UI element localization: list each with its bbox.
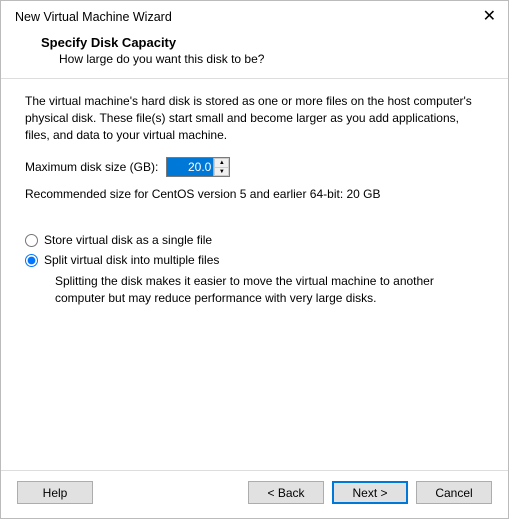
next-button[interactable]: Next > xyxy=(332,481,408,504)
wizard-content: The virtual machine's hard disk is store… xyxy=(1,79,508,470)
spinner-buttons: ▲ ▼ xyxy=(213,158,229,176)
recommended-text: Recommended size for CentOS version 5 an… xyxy=(25,187,484,201)
wizard-footer: Help < Back Next > Cancel xyxy=(1,470,508,518)
radio-single-label: Store virtual disk as a single file xyxy=(44,233,212,247)
wizard-header: Specify Disk Capacity How large do you w… xyxy=(1,31,508,79)
spinner-up-icon[interactable]: ▲ xyxy=(214,158,229,167)
disk-size-spinner: ▲ ▼ xyxy=(166,157,230,177)
disk-size-input[interactable] xyxy=(167,158,213,176)
window-title: New Virtual Machine Wizard xyxy=(15,10,172,24)
close-icon[interactable]: ✕ xyxy=(483,9,496,25)
description-text: The virtual machine's hard disk is store… xyxy=(25,93,484,143)
page-subtitle: How large do you want this disk to be? xyxy=(59,52,484,66)
wizard-window: New Virtual Machine Wizard ✕ Specify Dis… xyxy=(0,0,509,519)
page-title: Specify Disk Capacity xyxy=(41,35,484,50)
disk-size-label: Maximum disk size (GB): xyxy=(25,160,158,174)
spinner-down-icon[interactable]: ▼ xyxy=(214,167,229,177)
split-help-text: Splitting the disk makes it easier to mo… xyxy=(55,273,484,307)
radio-split-input[interactable] xyxy=(25,254,38,267)
back-button[interactable]: < Back xyxy=(248,481,324,504)
titlebar: New Virtual Machine Wizard ✕ xyxy=(1,1,508,31)
radio-single-input[interactable] xyxy=(25,234,38,247)
radio-split-label: Split virtual disk into multiple files xyxy=(44,253,219,267)
radio-single-file[interactable]: Store virtual disk as a single file xyxy=(25,233,484,247)
cancel-button[interactable]: Cancel xyxy=(416,481,492,504)
radio-split-files[interactable]: Split virtual disk into multiple files xyxy=(25,253,484,267)
disk-size-row: Maximum disk size (GB): ▲ ▼ xyxy=(25,157,484,177)
help-button[interactable]: Help xyxy=(17,481,93,504)
